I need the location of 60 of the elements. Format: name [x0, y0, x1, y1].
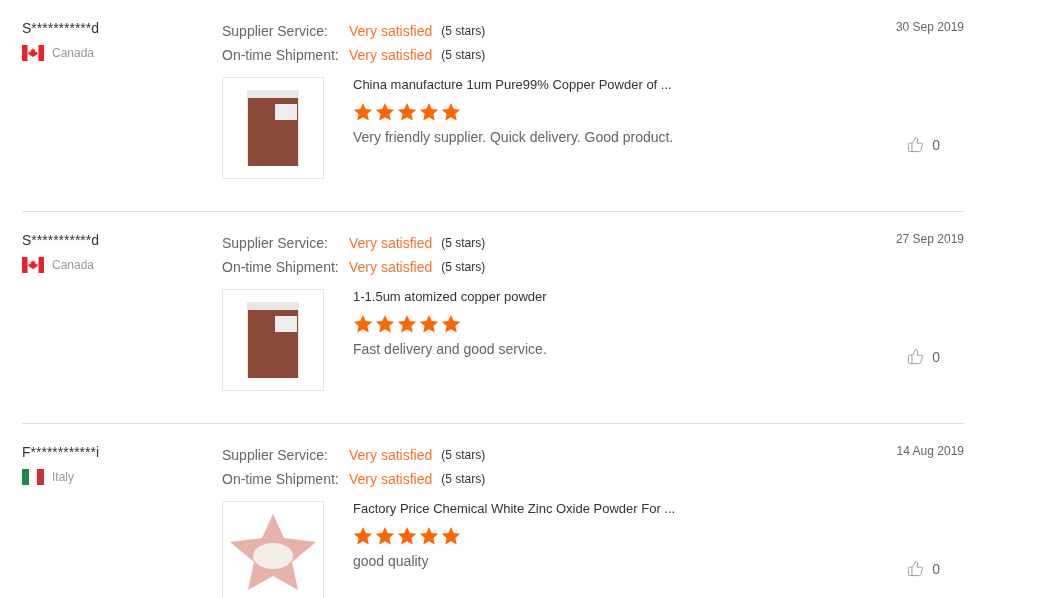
- rating-label: On-time Shipment:: [222, 471, 340, 487]
- rating-value: Very satisfied: [349, 447, 433, 463]
- rating-note: (5 stars): [441, 24, 486, 38]
- rating-value: Very satisfied: [349, 259, 433, 275]
- product-thumbnail[interactable]: [222, 77, 324, 179]
- rating-label: On-time Shipment:: [222, 259, 340, 275]
- star-icon: [397, 315, 417, 333]
- flag-icon: [22, 469, 44, 485]
- rating-note: (5 stars): [441, 448, 486, 462]
- review-date: 30 Sep 2019: [895, 19, 964, 35]
- review-comment: good quality: [353, 553, 430, 569]
- rating-value: Very satisfied: [349, 235, 433, 251]
- flag-icon: [22, 257, 44, 273]
- product-title[interactable]: China manufacture 1um Pure99% Copper Powder of ...: [353, 77, 674, 93]
- like-count: 0: [932, 348, 940, 365]
- star-icon: [375, 527, 395, 545]
- star-icon: [441, 315, 461, 333]
- like-count: 0: [932, 136, 940, 153]
- star-icon: [441, 527, 461, 545]
- review-comment: Fast delivery and good service.: [353, 341, 547, 357]
- rating-value: Very satisfied: [349, 23, 433, 39]
- star-icon: [397, 103, 417, 121]
- thumbs-up-icon[interactable]: [907, 348, 925, 365]
- star-icon: [419, 315, 439, 333]
- star-icon: [397, 527, 417, 545]
- reviewer-name: S***********d: [22, 19, 101, 37]
- country-name: Canada: [52, 46, 95, 60]
- star-icon: [353, 103, 373, 121]
- review-date: 14 Aug 2019: [896, 443, 964, 459]
- product-thumbnail[interactable]: [222, 289, 324, 391]
- reviewer-name: F************i: [22, 443, 101, 461]
- star-icon: [353, 315, 373, 333]
- rating-note: (5 stars): [441, 48, 486, 62]
- rating-label: Supplier Service:: [222, 447, 329, 463]
- reviewer-name: S***********d: [22, 231, 101, 249]
- like-count: 0: [932, 560, 940, 577]
- star-icon: [441, 103, 461, 121]
- star-icon: [419, 527, 439, 545]
- country-name: Italy: [52, 470, 74, 484]
- star-icon: [375, 103, 395, 121]
- product-title[interactable]: Factory Price Chemical White Zinc Oxide Powder For ...: [353, 501, 676, 517]
- rating-note: (5 stars): [441, 472, 486, 486]
- rating-label: Supplier Service:: [222, 23, 329, 39]
- rating-label: Supplier Service:: [222, 235, 329, 251]
- star-icon: [375, 315, 395, 333]
- rating-note: (5 stars): [441, 260, 486, 274]
- rating-value: Very satisfied: [349, 471, 433, 487]
- thumbs-up-icon[interactable]: [907, 136, 925, 153]
- thumbs-up-icon[interactable]: [907, 560, 925, 577]
- review-comment: Very friendly supplier. Quick delivery. Good product.: [353, 129, 674, 145]
- star-icon: [353, 527, 373, 545]
- country-name: Canada: [52, 258, 95, 272]
- review-date: 27 Sep 2019: [895, 231, 964, 247]
- rating-value: Very satisfied: [349, 47, 433, 63]
- flag-icon: [22, 45, 44, 61]
- star-icon: [419, 103, 439, 121]
- product-thumbnail[interactable]: [222, 501, 324, 598]
- product-title[interactable]: 1-1.5um atomized copper powder: [353, 289, 547, 305]
- rating-note: (5 stars): [441, 236, 486, 250]
- rating-label: On-time Shipment:: [222, 47, 340, 63]
